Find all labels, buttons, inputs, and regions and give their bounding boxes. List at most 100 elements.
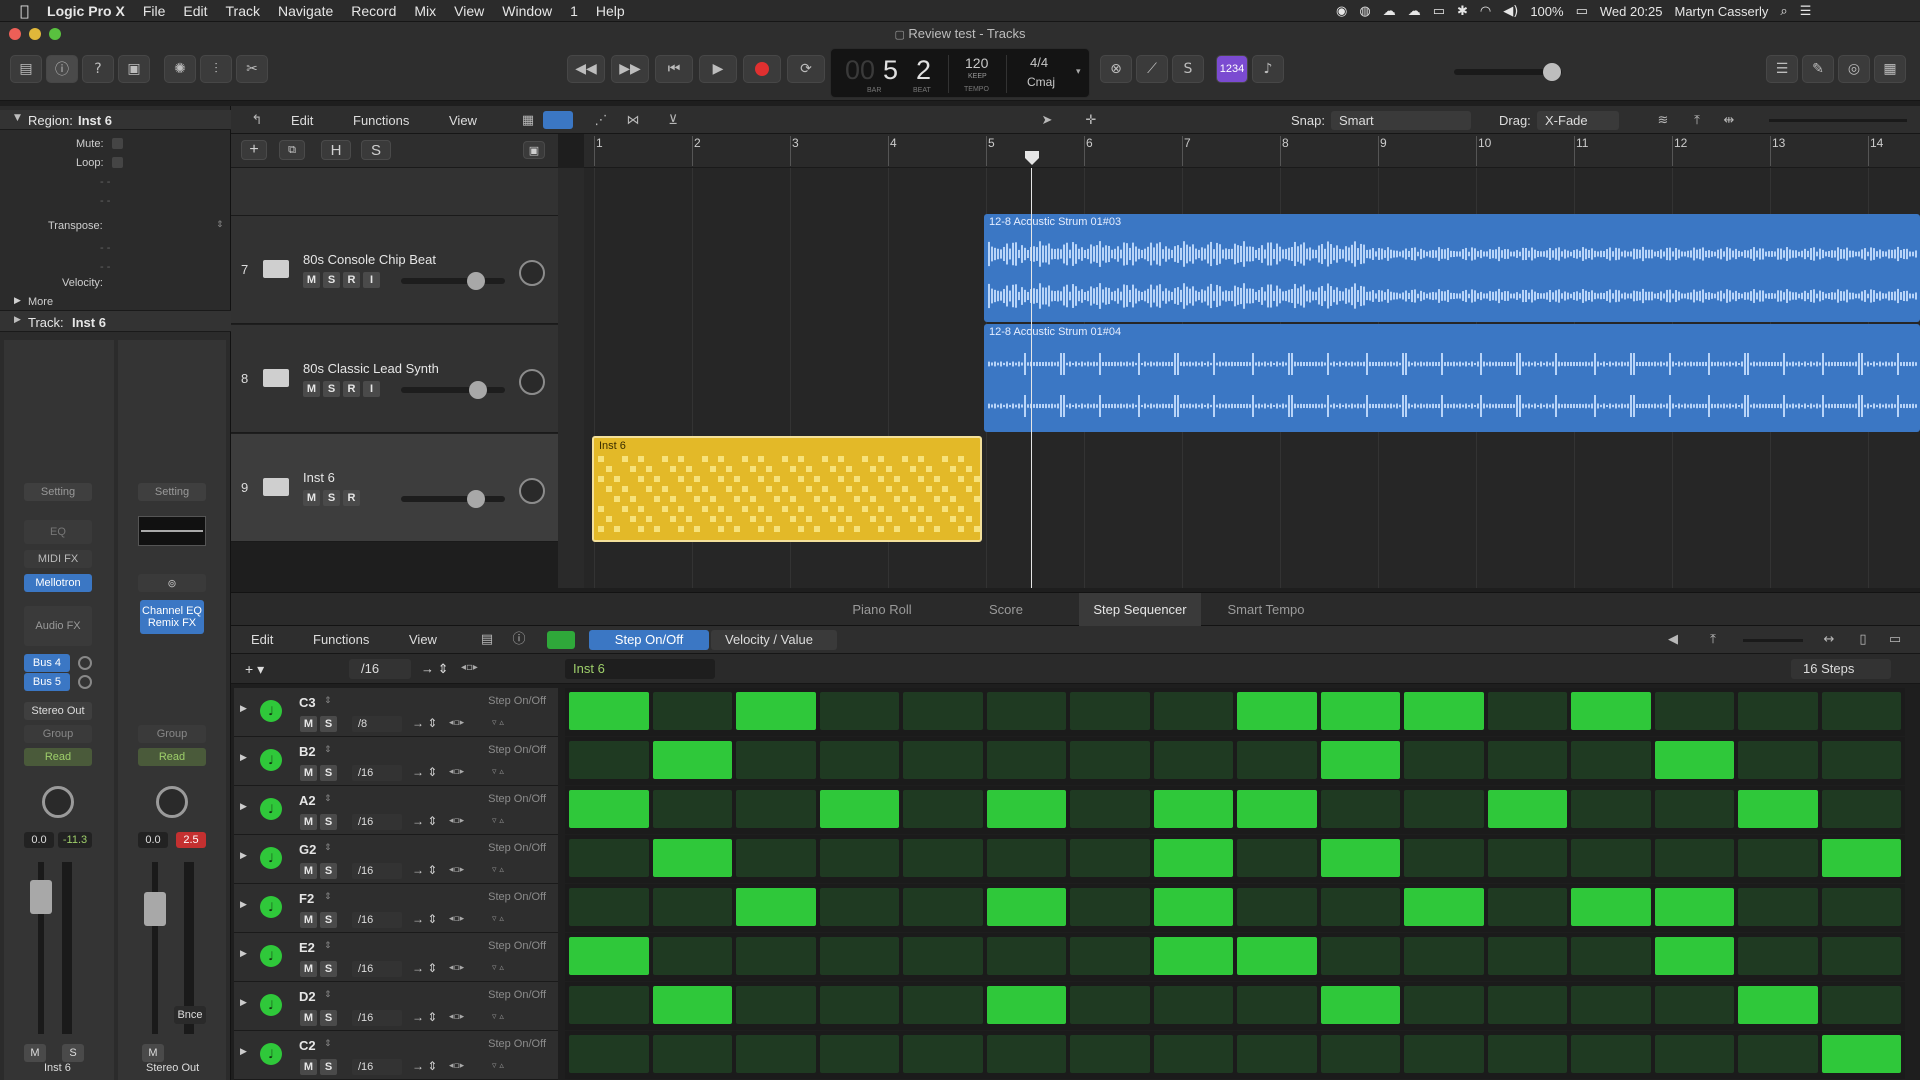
volume-fader-cap[interactable] (30, 880, 52, 914)
step-cell[interactable] (1738, 937, 1818, 975)
step-cell[interactable] (1821, 1035, 1901, 1073)
stepper-icon[interactable]: ⇕ (324, 794, 332, 804)
velocity-mode-dropdown[interactable]: Velocity / Value (711, 630, 837, 650)
fine-tune-value[interactable]: - - (100, 242, 110, 254)
pattern-name-field[interactable]: Inst 6 (565, 659, 715, 679)
bounce-button[interactable]: Bnce (174, 1006, 206, 1024)
disclosure-closed-icon[interactable]: ▶ (14, 315, 21, 325)
more-label[interactable]: More (28, 296, 53, 308)
global-solo-button[interactable]: S (361, 140, 391, 160)
row-direction-icon[interactable]: → ⇕ (412, 1010, 437, 1024)
row-swing-icon[interactable]: ◂▫▸ (449, 1061, 464, 1071)
step-cell[interactable] (819, 888, 899, 926)
step-cell[interactable] (819, 839, 899, 877)
row-disclosure-icon[interactable]: ▶ (240, 851, 247, 861)
menu-file[interactable]: File (134, 3, 175, 19)
step-cell[interactable] (1320, 692, 1400, 730)
menu-1[interactable]: 1 (561, 3, 587, 19)
arrange-area[interactable]: 12-8 Acoustic Strum 01#03 12-8 Acoustic … (584, 168, 1920, 588)
editors-icon[interactable]: ✂ (236, 55, 268, 83)
seq-row-header[interactable]: ▶ ♩ F2 ⇕ Step On/Off M S/16 → ⇕ ◂▫▸ ▿ ▵ (234, 884, 558, 933)
step-cell[interactable] (903, 741, 983, 779)
seq-functions-menu[interactable]: Functions (313, 632, 369, 647)
replace-icon[interactable]: ⊗ (1100, 55, 1132, 83)
list-editors-icon[interactable]: ☰ (1766, 55, 1798, 83)
user-name[interactable]: Martyn Casserly (1675, 4, 1769, 19)
seq-edit-menu[interactable]: Edit (251, 632, 273, 647)
learn-icon[interactable] (547, 631, 575, 649)
track-options-icon[interactable]: ▣ (523, 141, 545, 159)
track-header[interactable]: 7 80s Console Chip Beat M S R I (231, 216, 558, 324)
step-cell[interactable] (986, 839, 1066, 877)
tab-smart-tempo[interactable]: Smart Tempo (1205, 593, 1327, 626)
step-cell[interactable] (1320, 888, 1400, 926)
row-rate-dropdown[interactable]: /16 (352, 765, 402, 781)
row-note[interactable]: C2 (299, 1038, 316, 1053)
volume-icon[interactable]: ◀) (1503, 4, 1518, 19)
row-mute-button[interactable]: M (300, 961, 317, 977)
step-cell[interactable] (652, 888, 732, 926)
step-cell[interactable] (986, 1035, 1066, 1073)
row-mute-button[interactable]: M (300, 912, 317, 928)
track-name[interactable]: 80s Classic Lead Synth (303, 361, 439, 376)
browsers-icon[interactable]: ▦ (1874, 55, 1906, 83)
automation-mode[interactable]: Read (24, 748, 92, 766)
step-cell[interactable] (569, 839, 649, 877)
step-cell[interactable] (1821, 839, 1901, 877)
menu-mix[interactable]: Mix (405, 3, 445, 19)
row-instrument-icon[interactable]: ♩ (260, 847, 282, 869)
step-cell[interactable] (1320, 790, 1400, 828)
step-cell[interactable] (1070, 986, 1150, 1024)
row-options-icon[interactable]: ▿ ▵ (492, 718, 504, 728)
step-cell[interactable] (1070, 839, 1150, 877)
volume-fader-track[interactable] (152, 862, 158, 1034)
row-note[interactable]: A2 (299, 793, 316, 808)
bluetooth-icon[interactable]: ✱ (1457, 4, 1468, 19)
track-pan-knob[interactable] (519, 260, 545, 286)
step-cell[interactable] (1237, 692, 1317, 730)
row-mute-button[interactable]: M (300, 814, 317, 830)
step-cell[interactable] (736, 839, 816, 877)
track-button-s[interactable]: S (323, 272, 340, 288)
step-cell[interactable] (819, 790, 899, 828)
step-cell[interactable] (1070, 937, 1150, 975)
step-cell[interactable] (1153, 888, 1233, 926)
track-button-i[interactable]: I (363, 272, 380, 288)
send-bus-4[interactable]: Bus 4 (24, 654, 70, 672)
row-note[interactable]: G2 (299, 842, 316, 857)
row-mute-button[interactable]: M (300, 1010, 317, 1026)
step-cell[interactable] (1821, 692, 1901, 730)
pattern-browser-icon[interactable]: ▤ (479, 632, 495, 646)
menu-record[interactable]: Record (342, 3, 405, 19)
spotlight-icon[interactable]: ⌕ (1780, 4, 1787, 19)
fx-remix-fx[interactable]: Remix FX (148, 617, 196, 629)
mute-audition-icon[interactable]: ◀ (1665, 632, 1681, 646)
step-cell[interactable] (1571, 692, 1651, 730)
track-volume-slider[interactable] (401, 496, 505, 502)
seq-row-header[interactable]: ▶ ♩ B2 ⇕ Step On/Off M S/16 → ⇕ ◂▫▸ ▿ ▵ (234, 737, 558, 786)
midi-region-inst-6[interactable]: Inst 6 (592, 436, 982, 542)
row-direction-icon[interactable]: → ⇕ (412, 961, 437, 975)
seq-row-header[interactable]: ▶ ♩ C3 ⇕ Step On/Off M S/8 → ⇕ ◂▫▸ ▿ ▵ (234, 688, 558, 737)
tracks-functions-menu[interactable]: Functions (353, 113, 409, 128)
step-cell[interactable] (569, 888, 649, 926)
step-cell[interactable] (1404, 1035, 1484, 1073)
track-button-s[interactable]: S (323, 381, 340, 397)
step-cell[interactable] (1654, 692, 1734, 730)
play-icon[interactable]: ▶ (699, 55, 737, 83)
step-cell[interactable] (1404, 888, 1484, 926)
row-solo-button[interactable]: S (320, 863, 337, 879)
menu-window[interactable]: Window (493, 3, 561, 19)
step-cell[interactable] (569, 1035, 649, 1073)
panel-icon[interactable]: ▭ (1887, 632, 1903, 646)
flex-icon[interactable]: ⋈ (623, 113, 643, 127)
note-pad-icon[interactable]: ✎ (1802, 55, 1834, 83)
track-header[interactable]: 8 80s Classic Lead Synth M S R I (231, 325, 558, 433)
track-button-r[interactable]: R (343, 272, 360, 288)
mute-checkbox[interactable] (112, 138, 123, 149)
row-note[interactable]: C3 (299, 695, 316, 710)
row-solo-button[interactable]: S (320, 765, 337, 781)
seq-row-header[interactable]: ▶ ♩ C2 ⇕ Step On/Off M S/16 → ⇕ ◂▫▸ ▿ ▵ (234, 1031, 558, 1080)
step-cell[interactable] (986, 692, 1066, 730)
track-button-m[interactable]: M (303, 272, 320, 288)
